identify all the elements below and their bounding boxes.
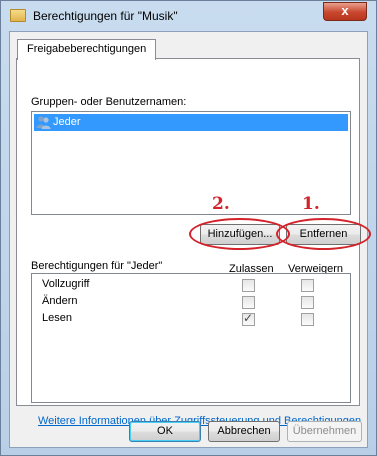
allow-checkbox-lesen[interactable]: ✓ [242, 311, 255, 326]
highlight-ellipse-remove [276, 218, 371, 250]
highlight-ellipse-add [189, 218, 290, 250]
cancel-button[interactable]: Abbrechen [208, 421, 280, 442]
allow-checkbox-aendern[interactable] [242, 296, 255, 309]
permissions-header: Berechtigungen für "Jeder" [31, 260, 163, 272]
dialog-body: Freigabeberechtigungen Gruppen- oder Ben… [9, 31, 371, 448]
list-item[interactable]: Jeder [34, 114, 348, 131]
allow-checkbox-vollzugriff[interactable] [242, 279, 255, 292]
close-button[interactable]: x [323, 2, 367, 21]
permission-name: Lesen [42, 312, 72, 324]
window-title: Berechtigungen für "Musik" [33, 9, 178, 23]
list-item-label: Jeder [53, 116, 81, 128]
permission-name: Ändern [42, 295, 78, 307]
deny-checkbox-aendern[interactable] [301, 296, 314, 309]
folder-icon [10, 9, 26, 22]
annotation-1: 1. [302, 194, 320, 214]
ok-button[interactable]: OK [129, 421, 201, 442]
apply-button[interactable]: Übernehmen [287, 421, 362, 442]
users-icon [36, 116, 51, 129]
tab-share-permissions[interactable]: Freigabeberechtigungen [17, 39, 157, 60]
deny-checkbox-vollzugriff[interactable] [301, 279, 314, 292]
deny-checkbox-lesen[interactable] [301, 313, 314, 326]
annotation-2: 2. [212, 194, 230, 214]
groups-label: Gruppen- oder Benutzernamen: [31, 96, 186, 108]
groups-label-text: Gruppen- oder Benutzernamen: [31, 96, 187, 108]
permissions-list: Vollzugriff Ändern Lesen ✓ [31, 273, 351, 403]
check-icon: ✓ [243, 311, 254, 325]
permission-name: Vollzugriff [42, 278, 90, 290]
title-bar[interactable]: Berechtigungen für "Musik" x [1, 1, 376, 31]
permissions-dialog: Berechtigungen für "Musik" x Freigabeber… [0, 0, 377, 456]
tab-panel: Gruppen- oder Benutzernamen: Jeder 2. 1.… [16, 58, 371, 427]
